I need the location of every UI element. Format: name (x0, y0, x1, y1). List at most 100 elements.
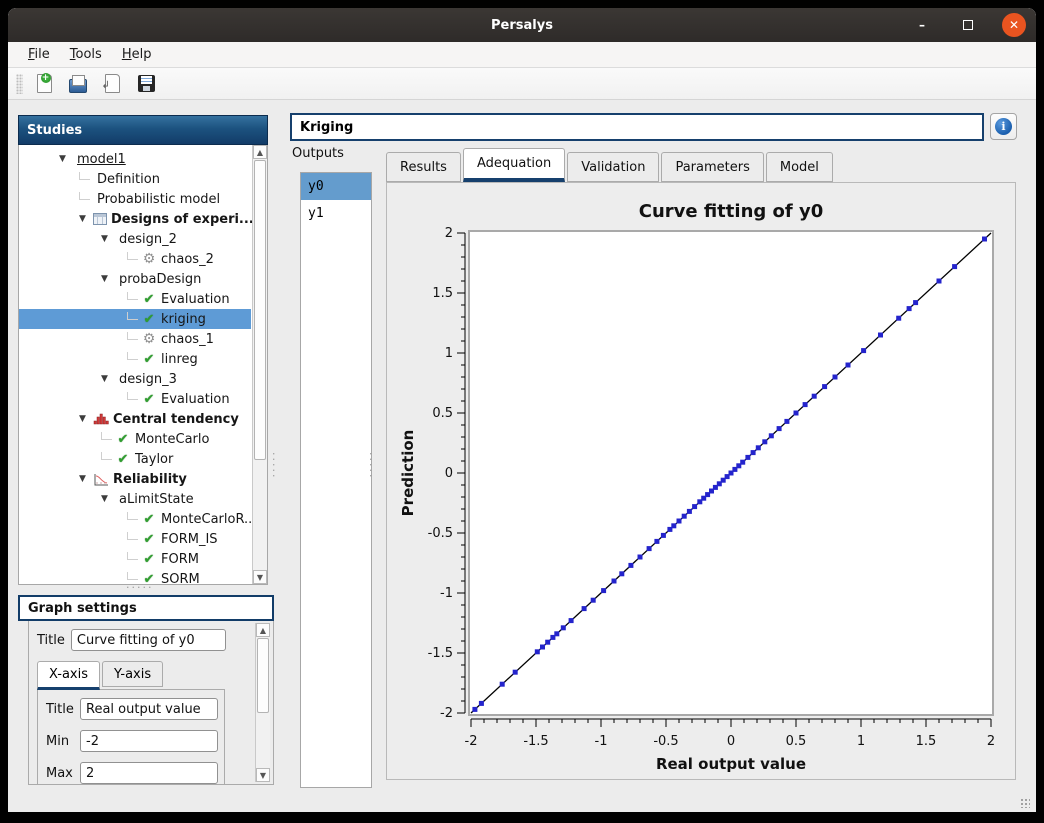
tree-item-central-tendency[interactable]: ▼Central tendency (19, 409, 251, 429)
import-script-button[interactable]: ↲ (99, 71, 125, 97)
tree-item-label: chaos_1 (161, 332, 214, 347)
outputs-list: y0y1 (300, 172, 372, 788)
tree-item-probadesign[interactable]: ▼probaDesign (19, 269, 251, 289)
tree-item-reliability[interactable]: ▼Reliability (19, 469, 251, 489)
tree-guide-line (101, 452, 112, 460)
tree-item-evaluation[interactable]: ✔Evaluation (19, 389, 251, 409)
outputs-splitter-handle[interactable]: ····· (364, 452, 377, 479)
tree-item-form-is[interactable]: ✔FORM_IS (19, 529, 251, 549)
save-study-button[interactable] (133, 71, 159, 97)
tree-item-alimitstate[interactable]: ▼ aLimitState (19, 489, 251, 509)
tree-scrollbar-thumb[interactable] (254, 160, 266, 460)
x-tick-label: -2 (465, 734, 478, 749)
output-item-y1[interactable]: y1 (301, 200, 371, 227)
tree-item-montecarlo[interactable]: ✔MonteCarlo (19, 429, 251, 449)
tab-model[interactable]: Model (766, 152, 833, 182)
data-point (554, 631, 559, 636)
tree-item-evaluation[interactable]: ✔Evaluation (19, 289, 251, 309)
x-axis-title-input[interactable] (80, 698, 218, 720)
x-axis-group: Title Min Max (37, 689, 225, 785)
resize-grip[interactable] (1020, 798, 1030, 808)
adequation-chart: Curve fitting of y0-2-2-1.5-1.5-1-1-0.5-… (387, 183, 1015, 779)
data-point (601, 588, 606, 593)
tree-item-label: design_3 (119, 372, 177, 387)
open-study-button[interactable] (65, 71, 91, 97)
tree-item-design-2[interactable]: ▼design_2 (19, 229, 251, 249)
expander-icon[interactable]: ▼ (79, 414, 93, 424)
studies-panel-header: Studies (18, 115, 268, 145)
expander-icon[interactable]: ▼ (59, 154, 73, 164)
tree-item-chaos-1[interactable]: ⚙chaos_1 (19, 329, 251, 349)
tab-validation[interactable]: Validation (567, 152, 659, 182)
tree-item-model1[interactable]: ▼model1 (19, 149, 251, 169)
data-point (846, 363, 851, 368)
maximize-button[interactable] (956, 13, 980, 37)
data-point (769, 433, 774, 438)
tree-guide-line (79, 192, 90, 200)
tree-item-design-3[interactable]: ▼ design_3 (19, 369, 251, 389)
toolbar: + ↲ (8, 68, 1036, 100)
toolbar-drag-handle[interactable] (16, 74, 23, 94)
info-button[interactable]: i (990, 113, 1017, 140)
tab-x-axis[interactable]: X-axis (37, 661, 100, 690)
tree-item-label: aLimitState (119, 492, 194, 507)
tree-item-form[interactable]: ✔FORM (19, 549, 251, 569)
expander-icon[interactable]: ▼ (79, 214, 93, 224)
tree-item-definition[interactable]: Definition (19, 169, 251, 189)
x-tick-label: 1.5 (916, 734, 937, 749)
tree-item-taylor[interactable]: ✔Taylor (19, 449, 251, 469)
graph-settings-scrollbar-thumb[interactable] (257, 638, 269, 713)
close-button[interactable]: ✕ (1002, 13, 1026, 37)
tree-item-montecarlor-[interactable]: ✔MonteCarloR... (19, 509, 251, 529)
scroll-down-icon[interactable]: ▼ (256, 768, 270, 782)
left-splitter-handle[interactable]: ····· (267, 452, 280, 479)
tab-y-axis[interactable]: Y-axis (102, 661, 163, 687)
expander-icon[interactable]: ▼ (79, 474, 93, 484)
data-point (896, 316, 901, 321)
menu-file[interactable]: File (20, 44, 58, 65)
scroll-up-icon[interactable]: ▲ (256, 623, 270, 637)
new-study-button[interactable]: + (31, 71, 57, 97)
scroll-down-icon[interactable]: ▼ (253, 570, 267, 584)
menu-tools[interactable]: Tools (62, 44, 110, 65)
tab-adequation[interactable]: Adequation (463, 148, 565, 182)
tab-parameters[interactable]: Parameters (661, 152, 763, 182)
minimize-button[interactable]: – (910, 13, 934, 37)
window-title: Persalys (8, 18, 1036, 33)
menu-help[interactable]: Help (114, 44, 160, 65)
x-axis-title-label: Title (46, 702, 76, 717)
tree-scrollbar[interactable]: ▲ ▼ (252, 145, 267, 584)
data-point (740, 460, 745, 465)
data-point (833, 375, 838, 380)
tree-item-label: SORM (161, 572, 200, 586)
plus-badge-icon: + (41, 73, 51, 83)
data-point (500, 682, 505, 687)
scroll-up-icon[interactable]: ▲ (253, 145, 267, 159)
expander-icon[interactable]: ▼ (101, 494, 115, 504)
main-content: Studies ▼model1DefinitionProbabilistic m… (8, 100, 1036, 812)
graph-title-input[interactable] (71, 629, 226, 651)
tree-item-label: linreg (161, 352, 198, 367)
expander-icon[interactable]: ▼ (101, 234, 115, 244)
graph-settings-scrollbar[interactable]: ▲ ▼ (255, 623, 270, 782)
tree-item-label: FORM (161, 552, 199, 567)
tree-guide-line (127, 292, 138, 300)
x-axis-max-input[interactable] (80, 762, 218, 784)
design-table-icon (93, 213, 107, 225)
output-item-y0[interactable]: y0 (301, 173, 371, 200)
y-tick-label: -2 (440, 706, 453, 721)
tree-item-designs-of-experi-[interactable]: ▼Designs of experi... (19, 209, 251, 229)
tree-item-chaos-2[interactable]: ⚙chaos_2 (19, 249, 251, 269)
green-check-icon: ✔ (141, 512, 157, 527)
tree-item-probabilistic-model[interactable]: Probabilistic model (19, 189, 251, 209)
horizontal-splitter-handle[interactable]: ····· (126, 581, 153, 594)
x-axis-min-input[interactable] (80, 730, 218, 752)
model-name-field[interactable] (290, 113, 984, 141)
expander-icon[interactable]: ▼ (101, 274, 115, 284)
expander-icon[interactable]: ▼ (101, 374, 115, 384)
tree-item-linreg[interactable]: ✔linreg (19, 349, 251, 369)
data-point (677, 519, 682, 524)
tree-item-kriging[interactable]: ✔kriging (19, 309, 251, 329)
title-bar[interactable]: Persalys – ✕ (8, 8, 1036, 42)
tab-results[interactable]: Results (386, 152, 461, 182)
